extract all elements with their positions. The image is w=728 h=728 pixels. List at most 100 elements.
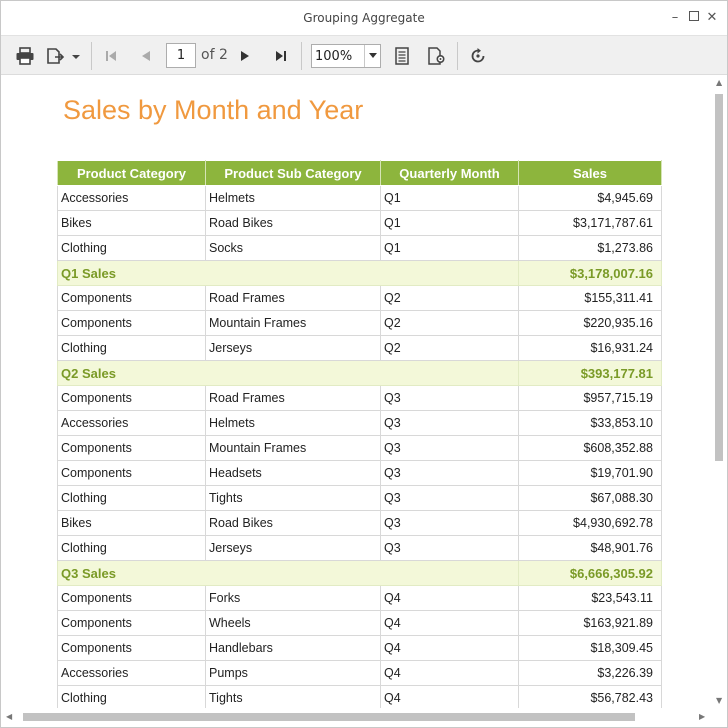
cell-product-category: Components	[57, 435, 206, 461]
cell-sales: $957,715.19	[518, 385, 662, 411]
minimize-icon[interactable]: –	[666, 9, 684, 27]
cell-product-sub-category: Forks	[205, 585, 381, 611]
cell-quarterly-month: Q3	[380, 510, 519, 536]
horizontal-scrollbar[interactable]: ◀ ▶	[1, 708, 727, 727]
next-page-icon[interactable]	[234, 45, 256, 67]
cell-product-sub-category: Pumps	[205, 660, 381, 686]
cell-product-category: Accessories	[57, 410, 206, 436]
cell-quarterly-month: Q1	[380, 210, 519, 236]
subtotal-label: Q1 Sales	[57, 260, 519, 286]
cell-sales: $3,226.39	[518, 660, 662, 686]
cell-product-sub-category: Tights	[205, 685, 381, 708]
cell-product-category: Bikes	[57, 510, 206, 536]
vertical-scrollbar[interactable]: ▲ ▼	[712, 76, 727, 708]
cell-sales: $3,171,787.61	[518, 210, 662, 236]
cell-sales: $33,853.10	[518, 410, 662, 436]
cell-product-sub-category: Wheels	[205, 610, 381, 636]
table-row: Clothing Tights Q4 $56,782.43	[57, 685, 662, 708]
close-icon[interactable]: ✕	[703, 9, 721, 27]
maximize-icon[interactable]	[685, 9, 703, 27]
table-row: Clothing Socks Q1 $1,273.86	[57, 235, 662, 261]
cell-quarterly-month: Q1	[380, 185, 519, 211]
cell-quarterly-month: Q4	[380, 660, 519, 686]
table-row: Components Road Frames Q2 $155,311.41	[57, 285, 662, 311]
scroll-left-icon[interactable]: ◀	[6, 712, 12, 721]
cell-quarterly-month: Q3	[380, 535, 519, 561]
page-count-label: of 2	[201, 47, 228, 63]
first-page-icon[interactable]	[100, 45, 122, 67]
window-title: Grouping Aggregate	[303, 11, 425, 25]
cell-product-category: Clothing	[57, 685, 206, 708]
cell-product-category: Components	[57, 460, 206, 486]
table-row: Components Mountain Frames Q3 $608,352.88	[57, 435, 662, 461]
cell-quarterly-month: Q2	[380, 310, 519, 336]
cell-product-sub-category: Socks	[205, 235, 381, 261]
cell-quarterly-month: Q4	[380, 685, 519, 708]
cell-sales: $4,945.69	[518, 185, 662, 211]
table-row: Clothing Jerseys Q2 $16,931.24	[57, 335, 662, 361]
cell-sales: $16,931.24	[518, 335, 662, 361]
cell-product-sub-category: Headsets	[205, 460, 381, 486]
zoom-select[interactable]: 100%	[311, 44, 381, 68]
cell-product-sub-category: Helmets	[205, 185, 381, 211]
toolbar: 1 of 2 100%	[1, 35, 727, 75]
column-header: Product Sub Category	[205, 160, 381, 186]
cell-quarterly-month: Q3	[380, 460, 519, 486]
title-bar: Grouping Aggregate – ✕	[1, 1, 727, 35]
cell-product-sub-category: Jerseys	[205, 535, 381, 561]
column-header: Sales	[518, 160, 662, 186]
print-icon[interactable]	[13, 45, 37, 67]
report-title: Sales by Month and Year	[63, 95, 364, 125]
cell-product-sub-category: Mountain Frames	[205, 310, 381, 336]
cell-quarterly-month: Q2	[380, 285, 519, 311]
cell-quarterly-month: Q3	[380, 410, 519, 436]
cell-quarterly-month: Q4	[380, 585, 519, 611]
cell-product-category: Components	[57, 385, 206, 411]
vertical-scroll-thumb[interactable]	[715, 94, 723, 461]
cell-product-category: Clothing	[57, 235, 206, 261]
cell-product-sub-category: Jerseys	[205, 335, 381, 361]
scroll-right-icon[interactable]: ▶	[699, 712, 705, 721]
cell-product-sub-category: Helmets	[205, 410, 381, 436]
cell-product-category: Accessories	[57, 185, 206, 211]
cell-sales: $220,935.16	[518, 310, 662, 336]
cell-sales: $56,782.43	[518, 685, 662, 708]
cell-sales: $48,901.76	[518, 535, 662, 561]
report-page: Sales by Month and Year Product Category…	[1, 76, 712, 708]
cell-sales: $4,930,692.78	[518, 510, 662, 536]
subtotal-value: $6,666,305.92	[518, 560, 662, 586]
print-layout-icon[interactable]	[391, 45, 413, 67]
group-subtotal-row: Q2 Sales $393,177.81	[57, 360, 662, 386]
refresh-icon[interactable]	[467, 45, 489, 67]
cell-product-sub-category: Handlebars	[205, 635, 381, 661]
page-number-input[interactable]: 1	[166, 43, 196, 68]
table-row: Components Headsets Q3 $19,701.90	[57, 460, 662, 486]
cell-sales: $18,309.45	[518, 635, 662, 661]
cell-sales: $608,352.88	[518, 435, 662, 461]
cell-quarterly-month: Q3	[380, 385, 519, 411]
scroll-up-icon[interactable]: ▲	[716, 78, 722, 87]
table-row: Clothing Jerseys Q3 $48,901.76	[57, 535, 662, 561]
horizontal-scroll-thumb[interactable]	[23, 713, 635, 721]
group-subtotal-row: Q1 Sales $3,178,007.16	[57, 260, 662, 286]
previous-page-icon[interactable]	[135, 45, 157, 67]
cell-product-sub-category: Tights	[205, 485, 381, 511]
table-row: Accessories Helmets Q3 $33,853.10	[57, 410, 662, 436]
page-setup-icon[interactable]	[425, 45, 449, 67]
cell-product-sub-category: Road Frames	[205, 385, 381, 411]
chevron-down-icon[interactable]	[364, 45, 380, 67]
cell-quarterly-month: Q4	[380, 635, 519, 661]
toolbar-separator	[91, 42, 92, 70]
cell-quarterly-month: Q3	[380, 435, 519, 461]
zoom-value: 100%	[315, 49, 353, 64]
table-body: Accessories Helmets Q1 $4,945.69 Bikes Road B…	[57, 185, 662, 708]
table-row: Accessories Helmets Q1 $4,945.69	[57, 185, 662, 211]
cell-product-category: Components	[57, 610, 206, 636]
export-icon[interactable]	[45, 45, 83, 67]
cell-quarterly-month: Q4	[380, 610, 519, 636]
scroll-down-icon[interactable]: ▼	[716, 696, 722, 705]
last-page-icon[interactable]	[270, 45, 292, 67]
cell-sales: $1,273.86	[518, 235, 662, 261]
column-header: Quarterly Month	[380, 160, 519, 186]
toolbar-separator	[301, 42, 302, 70]
